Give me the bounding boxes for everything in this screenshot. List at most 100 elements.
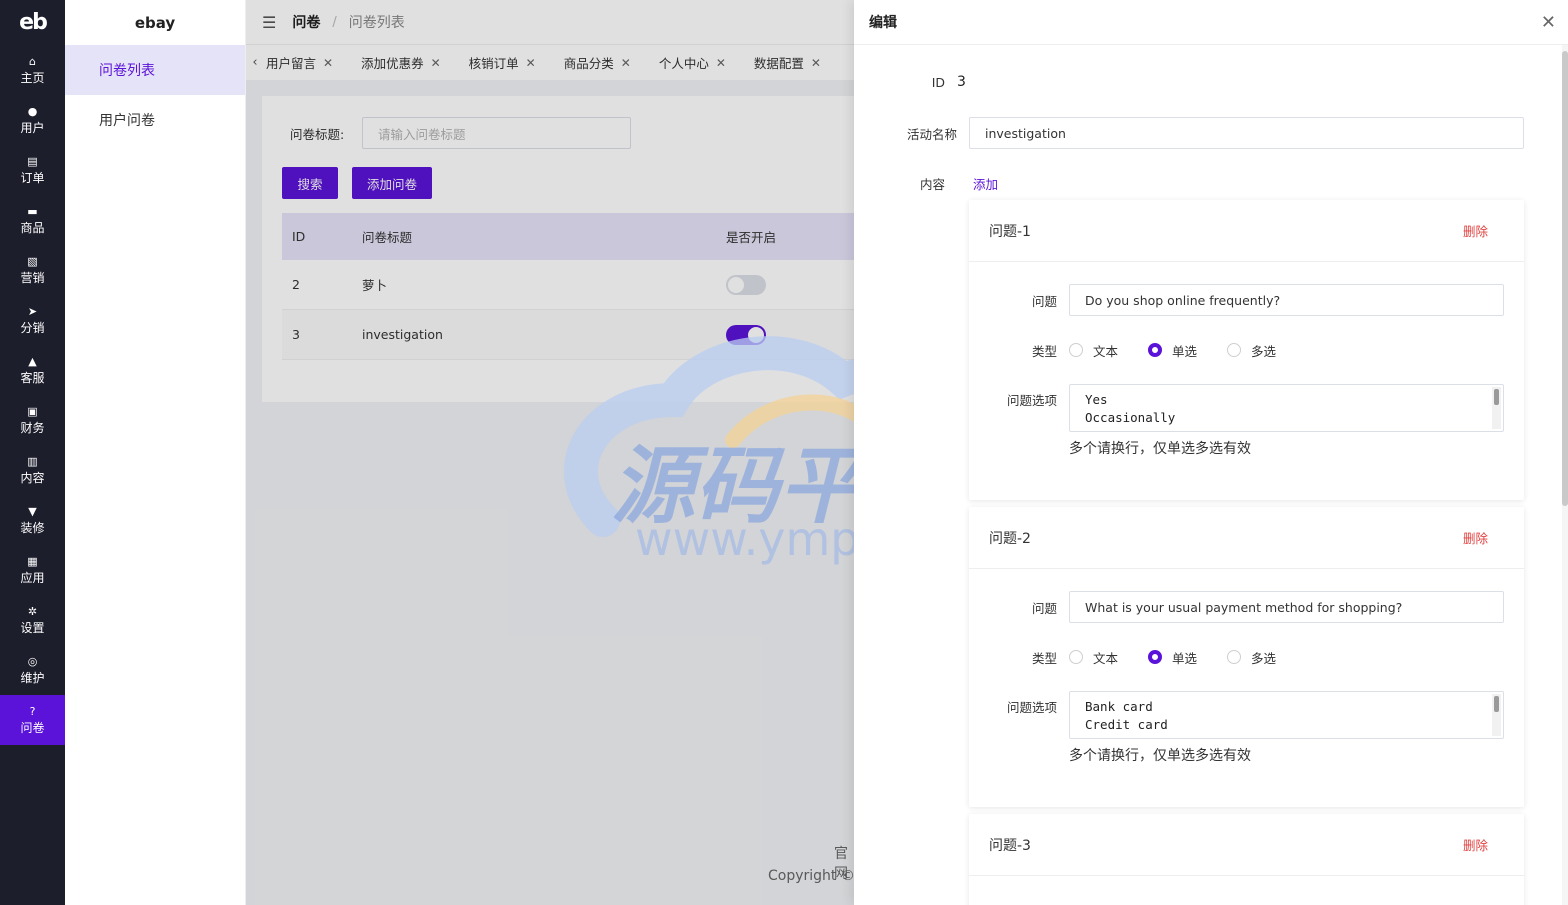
rail-item-2[interactable]: ▤ 订单: [0, 145, 65, 195]
question-icon: ?: [29, 704, 36, 718]
rail-item-4[interactable]: ▧ 营销: [0, 245, 65, 295]
activity-name-input[interactable]: investigation: [969, 117, 1524, 149]
question-card-title: 问题-1: [989, 223, 1031, 240]
close-icon[interactable]: ✕: [1541, 12, 1556, 33]
home-icon: ⌂: [29, 54, 36, 68]
logo-text: eb: [19, 10, 48, 35]
rail-item-label: 内容: [20, 470, 45, 485]
rail-item-label: 用户: [20, 120, 45, 135]
add-question-link[interactable]: 添加: [973, 174, 998, 193]
rail-item-label: 设置: [20, 620, 45, 635]
type-radio-1[interactable]: 单选: [1148, 341, 1197, 360]
radio-circle-icon: [1069, 343, 1083, 357]
question-card: 问题-2 删除 问题 What is your usual payment metho…: [969, 507, 1524, 807]
option-line: Credit card: [1085, 717, 1168, 732]
radio-circle-icon: [1227, 343, 1242, 357]
type-radio-1[interactable]: 单选: [1148, 648, 1197, 667]
rail-item-9[interactable]: ▼ 装修: [0, 495, 65, 545]
app-logo[interactable]: eb: [0, 0, 65, 45]
rail-item-0[interactable]: ⌂ 主页: [0, 45, 65, 95]
radio-label: 文本: [1093, 650, 1119, 666]
option-line: Bank card: [1085, 699, 1153, 714]
radio-label: 单选: [1172, 650, 1198, 666]
rail-item-label: 维护: [20, 670, 45, 685]
store-name: ebay: [134, 13, 176, 32]
rail-item-label: 问卷: [20, 720, 45, 735]
delete-question-button[interactable]: 删除: [1463, 835, 1488, 854]
submenu-item-survey-list[interactable]: 问卷列表: [65, 45, 245, 95]
type-label: 类型: [1031, 343, 1057, 359]
type-radio-2[interactable]: 多选: [1227, 341, 1276, 360]
marketing-icon: ▧: [27, 254, 38, 268]
delete-question-button[interactable]: 删除: [1463, 221, 1488, 240]
radio-circle-icon: [1148, 343, 1163, 357]
type-radio-0[interactable]: 文本: [1069, 648, 1118, 667]
chip-icon: ◎: [27, 654, 38, 668]
question-card: 问题-3 删除: [969, 814, 1524, 905]
rail-item-13[interactable]: ? 问卷: [0, 695, 65, 745]
user-icon: ●: [27, 104, 38, 118]
activity-name-label: 活动名称: [906, 126, 957, 142]
send-icon: ➤: [27, 304, 38, 318]
options-textarea[interactable]: Yes Occasionally: [1069, 384, 1504, 432]
drawer-scrollbar[interactable]: [1562, 45, 1568, 905]
delete-question-button[interactable]: 删除: [1463, 528, 1488, 547]
rail-item-12[interactable]: ◎ 维护: [0, 645, 65, 695]
rail-item-label: 订单: [20, 170, 45, 185]
rail-item-label: 财务: [20, 420, 45, 435]
content-label: 内容: [919, 176, 945, 192]
type-label: 类型: [1031, 650, 1057, 666]
radio-circle-icon: [1227, 650, 1242, 664]
option-line: Yes: [1085, 392, 1108, 407]
question-card-title: 问题-3: [989, 837, 1031, 854]
rail-item-label: 应用: [20, 570, 45, 585]
brush-icon: ▼: [28, 504, 37, 518]
type-radio-2[interactable]: 多选: [1227, 648, 1276, 667]
content-icon: ▥: [27, 454, 38, 468]
question-card-title: 问题-2: [989, 530, 1031, 547]
drawer-header: 编辑 ✕: [854, 0, 1568, 45]
radio-label: 文本: [1093, 343, 1119, 359]
main-nav-rail: eb ⌂ 主页 ● 用户 ▤ 订单 ▬ 商品 ▧ 营销 ➤ 分销 ▲ 客服 ▣ 财务 ▥ 内容 ▼ 装修 ▦ 应用 ✲ 设置 ◎…: [0, 0, 65, 905]
sub-menu: ebay 问卷列表 用户问卷: [65, 0, 246, 905]
textarea-scrollbar[interactable]: [1492, 387, 1501, 429]
textarea-scrollbar[interactable]: [1492, 694, 1501, 736]
rail-item-label: 商品: [20, 220, 45, 235]
rail-item-1[interactable]: ● 用户: [0, 95, 65, 145]
options-hint: 多个请换行，仅单选多选有效: [1069, 441, 1251, 457]
rail-item-8[interactable]: ▥ 内容: [0, 445, 65, 495]
rail-item-10[interactable]: ▦ 应用: [0, 545, 65, 595]
options-textarea[interactable]: Bank card Credit card: [1069, 691, 1504, 739]
type-radio-0[interactable]: 文本: [1069, 341, 1118, 360]
rail-item-7[interactable]: ▣ 财务: [0, 395, 65, 445]
options-label: 问题选项: [1006, 700, 1057, 715]
drawer-title: 编辑: [869, 15, 897, 31]
bell-icon: ▲: [28, 354, 37, 368]
rail-item-label: 装修: [20, 520, 45, 535]
rail-item-label: 营销: [20, 270, 45, 285]
option-line: Occasionally: [1085, 410, 1176, 425]
radio-label: 多选: [1251, 650, 1277, 666]
question-input[interactable]: Do you shop online frequently?: [1069, 284, 1504, 316]
options-label: 问题选项: [1006, 393, 1057, 408]
question-card: 问题-1 删除问题 Do you shop online frequently? 类型…: [969, 200, 1524, 500]
rail-item-11[interactable]: ✲ 设置: [0, 595, 65, 645]
question-input[interactable]: What is your usual payment method for sh…: [1069, 591, 1504, 623]
rail-item-6[interactable]: ▲ 客服: [0, 345, 65, 395]
rail-item-label: 分销: [20, 320, 45, 335]
options-hint: 多个请换行，仅单选多选有效: [1069, 748, 1251, 764]
id-value: 3: [957, 74, 966, 90]
radio-label: 多选: [1251, 343, 1277, 359]
rail-item-5[interactable]: ➤ 分销: [0, 295, 65, 345]
rail-item-label: 主页: [20, 70, 45, 85]
drawer-backdrop[interactable]: [246, 0, 854, 905]
rail-item-3[interactable]: ▬ 商品: [0, 195, 65, 245]
id-label: ID: [931, 74, 945, 90]
wallet-icon: ▣: [27, 404, 38, 418]
radio-circle-icon: [1148, 650, 1163, 664]
apps-icon: ▦: [27, 554, 38, 568]
product-icon: ▬: [27, 204, 38, 218]
submenu-item-user-survey[interactable]: 用户问卷: [65, 95, 245, 145]
question-label: 问题: [1031, 293, 1057, 309]
edit-drawer: 编辑 ✕ ID 3 活动名称 investigation 内容 添加 问题-1 删…: [854, 0, 1568, 905]
